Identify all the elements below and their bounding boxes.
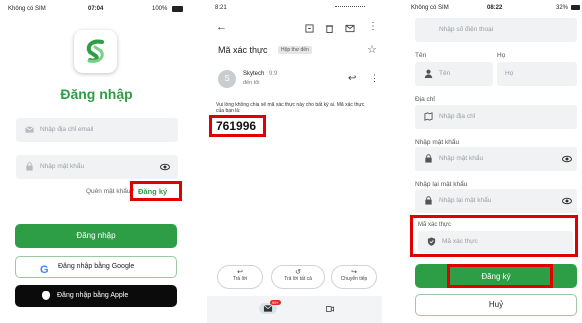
person-icon — [424, 69, 433, 78]
mail-badge: 99+ — [270, 300, 281, 305]
reg-clock-text: 08:22 — [487, 5, 503, 11]
mail-tab[interactable]: 99+ — [259, 300, 281, 314]
reg-lock-icon — [425, 154, 432, 163]
google-button-label: Đăng nhập bằng Google — [58, 263, 135, 270]
avatar-letter: S — [224, 74, 230, 83]
address-label: Địa chỉ — [415, 96, 435, 103]
delete-icon[interactable] — [325, 24, 334, 33]
password-input[interactable]: Nhập mật khẩu — [16, 155, 178, 179]
forgot-password-link[interactable]: Quên mật khẩu? — [86, 188, 134, 195]
carrier-text: Không có SIM — [8, 6, 46, 12]
more-options-icon[interactable]: ⋮ — [368, 21, 378, 32]
phone-input[interactable]: Nhập số điện thoại — [415, 18, 577, 42]
bottom-nav: 99+ — [207, 296, 382, 323]
confirm-eye-icon[interactable] — [562, 196, 572, 206]
sender-time: 9:9 — [269, 71, 278, 77]
battery-text: 100% — [152, 6, 168, 12]
eye-icon[interactable] — [160, 162, 170, 172]
apple-login-button[interactable]: Đăng nhập bằng Apple — [15, 285, 177, 307]
google-login-button[interactable]: G Đăng nhập bằng Google — [15, 256, 177, 278]
reg-password-placeholder: Nhập mật khẩu — [439, 155, 484, 162]
reply-all-button[interactable]: ↺ Trả lời tất cả — [271, 265, 325, 289]
app-logo — [74, 30, 117, 73]
reply-button-icon: ↩ — [237, 269, 243, 276]
apple-icon — [42, 291, 50, 300]
confirm-password-label: Nhập lại mật khẩu — [415, 181, 468, 188]
archive-icon[interactable] — [305, 24, 314, 33]
register-status-bar: Không có SIM 08:22 32% — [407, 0, 582, 16]
lock-icon — [26, 162, 33, 171]
confirm-lock-icon — [425, 196, 432, 205]
sender-name-text: Skytech — [243, 71, 265, 77]
verification-code: 761996 — [216, 119, 257, 133]
email-input[interactable]: Nhập địa chỉ email — [16, 118, 178, 142]
last-name-label: Họ — [497, 52, 506, 59]
first-name-input[interactable]: Tên — [415, 62, 493, 86]
back-arrow-icon[interactable]: ← — [216, 21, 227, 33]
forward-label: Chuyển tiếp — [340, 276, 368, 282]
forward-icon: ↪ — [351, 269, 357, 276]
forward-button[interactable]: ↪ Chuyển tiếp — [331, 265, 377, 289]
email-status-bar: 8:21 — [207, 0, 382, 16]
confirm-password-input[interactable]: Nhập lại mật khẩu — [415, 189, 577, 213]
email-clock-text: 8:21 — [215, 5, 227, 11]
reg-battery-text: 32% — [556, 5, 569, 11]
address-input[interactable]: Nhập địa chỉ — [415, 105, 577, 129]
first-name-placeholder: Tên — [439, 70, 451, 77]
logo-icon — [86, 39, 104, 63]
sender-name: Skytech 9:9 — [243, 71, 277, 77]
reg-password-input[interactable]: Nhập mật khẩu — [415, 147, 577, 171]
reply-all-icon: ↺ — [295, 269, 301, 276]
mail-icon — [25, 126, 34, 133]
phone-placeholder: Nhập số điện thoại — [439, 26, 494, 33]
page-title: Đăng nhập — [60, 86, 133, 102]
status-bar: Không có SIM 07:04 100% — [0, 0, 193, 16]
email-screen: 8:21 ← ⋮ Mã xác thực Hộp thư đến ☆ S Sky… — [207, 0, 382, 323]
last-name-input[interactable]: Họ — [497, 62, 577, 86]
apple-button-label: Đăng nhập bằng Apple — [57, 292, 129, 299]
login-button[interactable]: Đăng nhập — [15, 224, 177, 248]
address-placeholder: Nhập địa chỉ — [439, 113, 476, 120]
reg-battery-icon — [571, 5, 580, 10]
register-link[interactable]: Đăng ký — [138, 187, 167, 196]
code-placeholder: Mã xác thực — [442, 238, 478, 245]
login-screen: Không có SIM 07:04 100% Đăng nhập Nhập đ… — [0, 0, 193, 323]
clock-text: 07:04 — [88, 6, 104, 12]
reg-eye-icon[interactable] — [562, 154, 572, 164]
reply-all-label: Trả lời tất cả — [284, 276, 312, 282]
mail-unread-icon[interactable] — [345, 24, 355, 33]
google-icon: G — [40, 264, 49, 276]
reg-carrier-text: Không có SIM — [411, 5, 449, 11]
sender-avatar: S — [218, 70, 236, 88]
cancel-button[interactable]: Huỷ — [415, 294, 577, 316]
email-subject: Mã xác thực — [218, 45, 268, 55]
register-button-label: Đăng ký — [481, 272, 511, 281]
signal-icon — [335, 6, 365, 11]
code-label: Mã xác thực — [418, 222, 452, 228]
recipient-line[interactable]: đến tôi — [243, 80, 260, 86]
email-body-text: Vui lòng không chia sẻ mã xác thực này c… — [216, 102, 365, 114]
video-tab-icon[interactable] — [325, 305, 335, 313]
password-placeholder: Nhập mật khẩu — [40, 163, 85, 170]
confirm-password-placeholder: Nhập lại mật khẩu — [439, 197, 492, 204]
battery-icon — [172, 6, 183, 12]
register-screen: Không có SIM 08:22 32% Nhập số điện thoạ… — [407, 0, 582, 323]
inbox-label-chip[interactable]: Hộp thư đến — [278, 46, 312, 54]
reply-button-label: Trả lời — [232, 276, 248, 282]
first-name-label: Tên — [415, 52, 427, 59]
reply-icon[interactable]: ↩ — [348, 73, 356, 84]
star-icon[interactable]: ☆ — [367, 43, 377, 56]
password-label: Nhập mật khẩu — [415, 139, 460, 146]
last-name-placeholder: Họ — [505, 70, 514, 77]
sender-more-icon[interactable]: ⋮ — [370, 73, 379, 84]
shield-icon — [427, 237, 436, 246]
mail-tab-icon — [263, 305, 273, 312]
map-icon — [424, 112, 433, 121]
verification-code-input[interactable]: Mã xác thực — [418, 231, 573, 253]
reply-button[interactable]: ↩ Trả lời — [217, 265, 263, 289]
email-placeholder: Nhập địa chỉ email — [40, 126, 94, 133]
